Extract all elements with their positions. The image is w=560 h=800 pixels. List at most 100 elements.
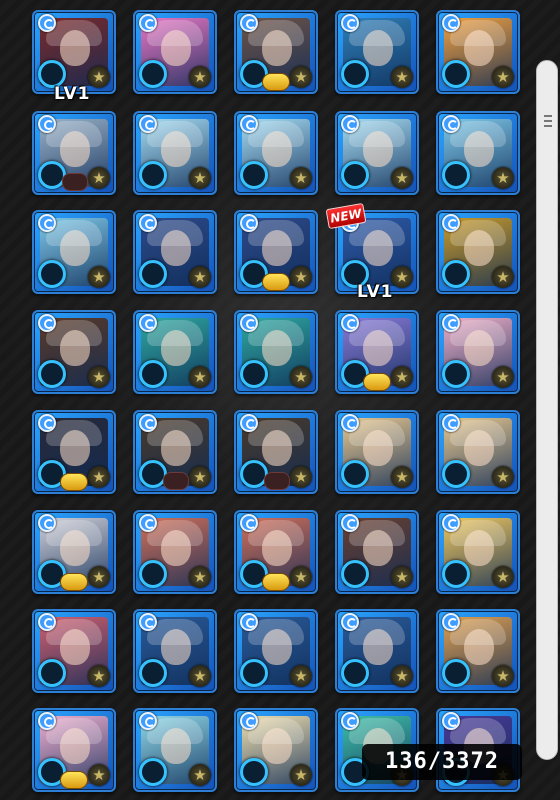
luck-ring-icon <box>139 659 167 687</box>
luck-ring-icon <box>442 659 470 687</box>
monster-card[interactable]: ★ <box>234 708 318 792</box>
monster-card[interactable]: ★ <box>133 410 217 494</box>
water-element-icon <box>442 314 460 332</box>
star-icon: ★ <box>391 466 413 488</box>
star-icon: ★ <box>391 665 413 687</box>
luck-ring-icon <box>442 460 470 488</box>
monster-card[interactable]: ★ <box>133 111 217 195</box>
luck-ring-icon <box>341 560 369 588</box>
luck-ring-icon <box>442 560 470 588</box>
luck-ring-icon <box>442 360 470 388</box>
monster-card[interactable]: ★ <box>234 510 318 594</box>
scrollbar-track[interactable] <box>536 60 558 760</box>
monster-card[interactable]: ★ <box>234 310 318 394</box>
monster-card[interactable]: ★ <box>335 10 419 94</box>
monster-card[interactable]: ★ <box>32 609 116 693</box>
star-icon: ★ <box>189 764 211 786</box>
luck-ring-icon <box>240 758 268 786</box>
star-icon: ★ <box>88 566 110 588</box>
water-element-icon <box>442 414 460 432</box>
monster-card[interactable]: ★ <box>335 609 419 693</box>
water-element-icon <box>38 712 56 730</box>
star-icon: ★ <box>492 167 514 189</box>
star-icon: ★ <box>189 665 211 687</box>
monster-card[interactable]: ★ <box>32 210 116 294</box>
water-element-icon <box>341 414 359 432</box>
monster-card[interactable]: ★ <box>133 609 217 693</box>
monster-card[interactable]: ★ <box>32 708 116 792</box>
star-icon: ★ <box>492 466 514 488</box>
monster-card[interactable]: ★ <box>335 510 419 594</box>
monster-card[interactable]: ★ <box>335 111 419 195</box>
luck-ring-icon <box>139 560 167 588</box>
gauge-badge-icon <box>264 472 290 490</box>
monster-card[interactable]: ★ <box>436 510 520 594</box>
star-icon: ★ <box>290 566 312 588</box>
luck-ring-icon <box>38 360 66 388</box>
gauge-badge-icon <box>262 273 290 291</box>
water-element-icon <box>442 712 460 730</box>
star-icon: ★ <box>391 266 413 288</box>
monster-card[interactable]: ★ <box>234 210 318 294</box>
water-element-icon <box>341 115 359 133</box>
water-element-icon <box>38 514 56 532</box>
luck-ring-icon <box>341 60 369 88</box>
gauge-badge-icon <box>62 173 88 191</box>
water-element-icon <box>139 214 157 232</box>
star-icon: ★ <box>290 665 312 687</box>
gauge-badge-icon <box>262 73 290 91</box>
gauge-badge-icon <box>60 771 88 789</box>
water-element-icon <box>341 314 359 332</box>
star-icon: ★ <box>189 167 211 189</box>
monster-card[interactable]: ★ <box>436 410 520 494</box>
monster-card[interactable]: ★ <box>436 111 520 195</box>
level-label: LV1 <box>54 84 91 104</box>
water-element-icon <box>139 14 157 32</box>
monster-card[interactable]: ★ <box>234 609 318 693</box>
water-element-icon <box>442 613 460 631</box>
star-icon: ★ <box>88 366 110 388</box>
monster-card[interactable]: ★ <box>32 10 116 94</box>
monster-card[interactable]: ★ <box>234 111 318 195</box>
monster-card[interactable]: ★ <box>436 10 520 94</box>
monster-box-grid: ★★★★★★★★★★★★★★★★★★★★★★★★★★★★★★★★★★★★★★★★ <box>0 0 540 800</box>
monster-card[interactable]: ★ <box>234 10 318 94</box>
monster-card[interactable]: ★ <box>133 210 217 294</box>
monster-card[interactable]: ★ <box>133 10 217 94</box>
monster-card[interactable]: ★ <box>436 310 520 394</box>
water-element-icon <box>442 115 460 133</box>
water-element-icon <box>38 14 56 32</box>
water-element-icon <box>442 514 460 532</box>
monster-card[interactable]: ★ <box>32 410 116 494</box>
star-icon: ★ <box>189 366 211 388</box>
star-icon: ★ <box>492 366 514 388</box>
gauge-badge-icon <box>163 472 189 490</box>
monster-card[interactable]: ★ <box>234 410 318 494</box>
monster-card[interactable]: ★ <box>32 510 116 594</box>
monster-card[interactable]: ★ <box>133 510 217 594</box>
luck-ring-icon <box>442 60 470 88</box>
monster-card[interactable]: ★ <box>335 310 419 394</box>
water-element-icon <box>240 514 258 532</box>
monster-card[interactable]: ★ <box>32 310 116 394</box>
star-icon: ★ <box>290 764 312 786</box>
water-element-icon <box>38 414 56 432</box>
monster-card[interactable]: ★ <box>133 310 217 394</box>
gauge-badge-icon <box>60 473 88 491</box>
luck-ring-icon <box>240 360 268 388</box>
star-icon: ★ <box>290 366 312 388</box>
star-icon: ★ <box>290 66 312 88</box>
star-icon: ★ <box>290 266 312 288</box>
monster-card[interactable]: ★ <box>32 111 116 195</box>
monster-card[interactable]: ★ <box>335 410 419 494</box>
monster-card[interactable]: ★ <box>133 708 217 792</box>
monster-card[interactable]: ★ <box>436 609 520 693</box>
luck-ring-icon <box>240 161 268 189</box>
water-element-icon <box>240 214 258 232</box>
monster-card[interactable]: ★ <box>436 210 520 294</box>
water-element-icon <box>240 314 258 332</box>
scrollbar-grip-icon[interactable] <box>544 112 552 138</box>
star-icon: ★ <box>391 66 413 88</box>
water-element-icon <box>442 14 460 32</box>
gauge-badge-icon <box>60 573 88 591</box>
